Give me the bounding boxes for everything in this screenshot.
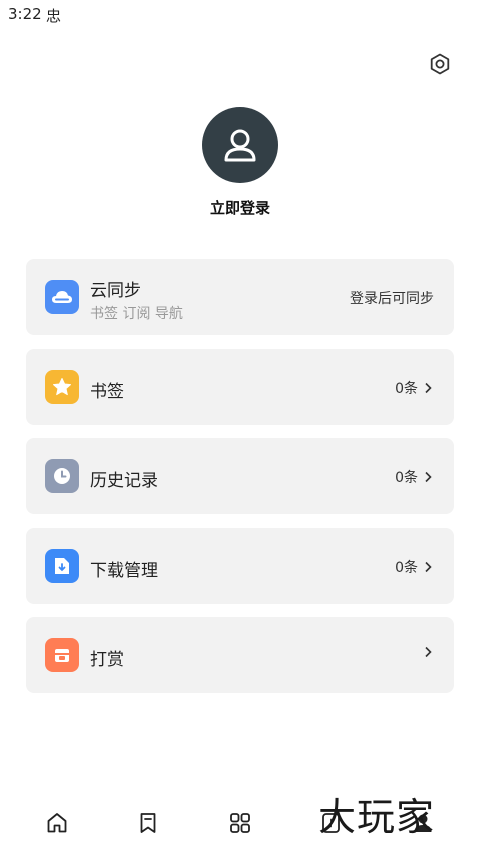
reward-title: 打赏 [90, 650, 124, 670]
cloud-sync-title: 云同步 [90, 281, 141, 301]
nav-profile[interactable] [410, 810, 436, 836]
status-indicator: 忠 [46, 7, 62, 25]
download-file-icon [45, 549, 79, 583]
star-icon [45, 370, 79, 404]
chevron-right-icon [425, 646, 432, 658]
downloads-title: 下载管理 [90, 561, 158, 581]
history-count: 0条 [395, 470, 418, 486]
login-button[interactable]: 立即登录 [0, 197, 480, 218]
status-bar: 3:22 忠 [0, 0, 480, 28]
cloud-sync-status: 登录后可同步 [350, 291, 434, 307]
avatar[interactable] [202, 107, 278, 183]
home-icon [47, 813, 67, 833]
nav-bookmarks[interactable] [135, 810, 161, 836]
nav-home[interactable] [44, 810, 70, 836]
bookmark-icon [140, 813, 156, 833]
nav-tabs[interactable] [318, 810, 344, 836]
bookmarks-item[interactable]: 书签 0条 [26, 349, 454, 425]
chevron-right-icon [425, 561, 432, 573]
history-title: 历史记录 [90, 471, 158, 491]
bottom-nav [0, 800, 480, 853]
downloads-item[interactable]: 下载管理 0条 [26, 528, 454, 604]
cloud-sync-item[interactable]: 云同步 书签 订阅 导航 登录后可同步 [26, 259, 454, 335]
settings-button[interactable] [424, 48, 456, 80]
user-icon [224, 129, 256, 162]
chevron-right-icon [425, 382, 432, 394]
profile-icon [414, 814, 432, 832]
bookmarks-title: 书签 [90, 382, 124, 402]
clock-icon [45, 459, 79, 493]
cloud-icon [45, 280, 79, 314]
settings-gear-icon [430, 53, 450, 75]
nav-apps[interactable] [227, 810, 253, 836]
chevron-right-icon [425, 471, 432, 483]
tabs-icon [322, 813, 340, 833]
downloads-count: 0条 [395, 560, 418, 576]
apps-grid-icon [230, 813, 250, 833]
bookmarks-count: 0条 [395, 381, 418, 397]
gift-icon [45, 638, 79, 672]
history-item[interactable]: 历史记录 0条 [26, 438, 454, 514]
cloud-sync-subtitle: 书签 订阅 导航 [90, 306, 183, 322]
status-time: 3:22 [8, 5, 42, 23]
reward-item[interactable]: 打赏 [26, 617, 454, 693]
